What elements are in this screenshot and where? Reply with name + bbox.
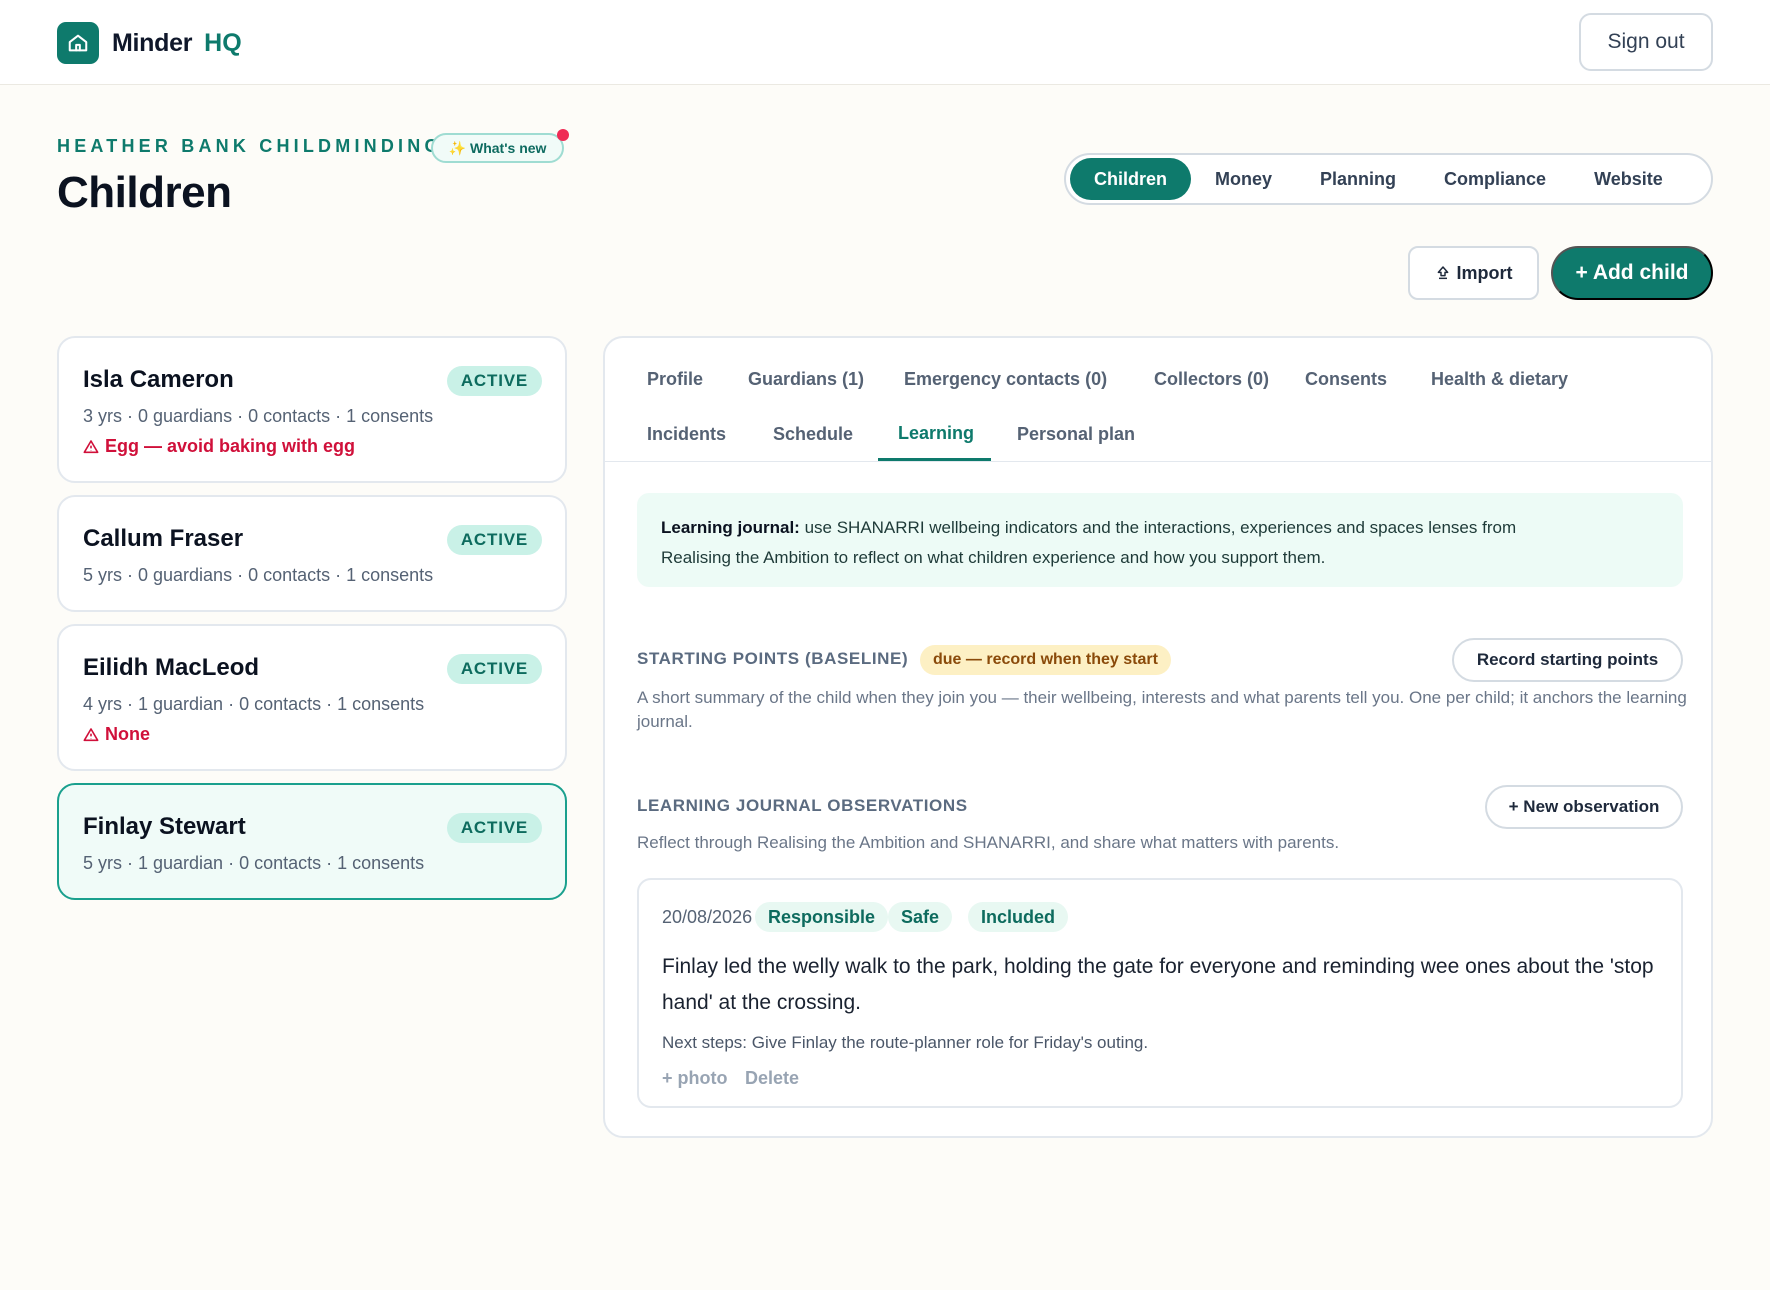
tab-collectors[interactable]: Collectors (0) — [1154, 369, 1269, 390]
tab-health-dietary[interactable]: Health & dietary — [1431, 369, 1568, 390]
tag-included: Included — [968, 902, 1069, 932]
child-name: Callum Fraser — [83, 525, 244, 552]
record-starting-points-button[interactable]: Record starting points — [1452, 638, 1683, 682]
tag-responsible: Responsible — [755, 902, 889, 932]
child-meta: 5 yrs · 1 guardian · 0 contacts · 1 cons… — [83, 853, 425, 873]
nav-website[interactable]: Website — [1570, 158, 1687, 200]
brand-suffix: HQ — [204, 28, 242, 57]
observation-next-steps: Next steps: Give Finlay the route-planne… — [662, 1033, 1149, 1052]
nav-children[interactable]: Children — [1070, 158, 1192, 200]
warning-triangle-icon — [83, 439, 99, 453]
child-name: Eilidh MacLeod — [83, 654, 260, 681]
tabs-divider — [605, 461, 1711, 462]
baseline-title: STARTING POINTS (BASELINE) — [637, 649, 909, 668]
import-button[interactable]: Import — [1408, 246, 1539, 300]
baseline-due-badge: due — record when they start — [920, 645, 1171, 675]
page-title: Children — [57, 168, 232, 217]
observations-title: LEARNING JOURNAL OBSERVATIONS — [637, 796, 968, 815]
notification-dot — [557, 129, 569, 141]
allergy-text: None — [105, 724, 150, 744]
brand[interactable]: Minder HQ — [57, 22, 242, 64]
child-name: Finlay Stewart — [83, 813, 246, 840]
warning-triangle-icon — [83, 727, 99, 741]
nav-money[interactable]: Money — [1191, 158, 1296, 200]
child-name: Isla Cameron — [83, 366, 234, 393]
delete-observation-link[interactable]: Delete — [745, 1068, 799, 1089]
add-child-button[interactable]: + Add child — [1551, 246, 1713, 300]
tab-schedule[interactable]: Schedule — [773, 424, 853, 445]
whats-new-label: What's new — [469, 140, 547, 156]
info-line-1: use SHANARRI wellbeing indicators and th… — [799, 518, 1517, 537]
observation-date: 20/08/2026 — [662, 907, 753, 927]
tab-profile[interactable]: Profile — [647, 369, 703, 390]
child-meta: 4 yrs · 1 guardian · 0 contacts · 1 cons… — [83, 694, 425, 714]
observation-text: Finlay led the welly walk to the park, h… — [662, 955, 1654, 1014]
status-badge: ACTIVE — [446, 366, 542, 396]
child-card-finlay[interactable]: Finlay Stewart ACTIVE 5 yrs · 1 guardian… — [57, 783, 567, 900]
new-observation-button[interactable]: + New observation — [1485, 785, 1683, 829]
allergy-text: Egg — avoid baking with egg — [105, 436, 356, 456]
tag-safe: Safe — [888, 902, 953, 932]
top-bar: Minder HQ Sign out — [0, 0, 1770, 85]
baseline-description: A short summary of the child when they j… — [637, 688, 1687, 731]
tab-personal-plan[interactable]: Personal plan — [1017, 424, 1135, 445]
observation-card: 20/08/2026 Responsible Safe Included Fin… — [637, 878, 1683, 1108]
child-card-eilidh[interactable]: Eilidh MacLeod ACTIVE 4 yrs · 1 guardian… — [57, 624, 567, 771]
tab-learning[interactable]: Learning — [898, 423, 974, 444]
upload-icon — [1437, 266, 1448, 280]
learning-journal-info: Learning journal: use SHANARRI wellbeing… — [637, 493, 1683, 587]
brand-name: Minder — [112, 28, 193, 57]
house-icon — [57, 22, 99, 64]
observations-description: Reflect through Realising the Ambition a… — [637, 833, 1340, 852]
add-photo-link[interactable]: + photo — [662, 1068, 728, 1089]
tab-consents[interactable]: Consents — [1305, 369, 1387, 390]
nav-compliance[interactable]: Compliance — [1420, 158, 1570, 200]
allergy-alert: None — [83, 724, 150, 745]
child-card-isla[interactable]: Isla Cameron ACTIVE 3 yrs · 0 guardians … — [57, 336, 567, 483]
child-card-callum[interactable]: Callum Fraser ACTIVE 5 yrs · 0 guardians… — [57, 495, 567, 612]
child-meta: 5 yrs · 0 guardians · 0 contacts · 1 con… — [83, 565, 434, 585]
business-name: HEATHER BANK CHILDMINDING — [57, 136, 443, 156]
allergy-alert: Egg — avoid baking with egg — [83, 436, 355, 457]
status-badge: ACTIVE — [446, 813, 542, 843]
tab-incidents[interactable]: Incidents — [647, 424, 726, 445]
child-detail-panel: Profile Guardians (1) Emergency contacts… — [603, 336, 1713, 1138]
info-line-2: Realising the Ambition to reflect on wha… — [661, 548, 1326, 567]
info-label: Learning journal: — [661, 518, 800, 537]
tab-guardians[interactable]: Guardians (1) — [748, 369, 864, 390]
status-badge: ACTIVE — [446, 525, 542, 555]
whats-new-button[interactable]: ✨ What's new — [431, 133, 564, 163]
section-nav: Children Money Planning Compliance Websi… — [1064, 153, 1713, 205]
child-meta: 3 yrs · 0 guardians · 0 contacts · 1 con… — [83, 406, 434, 426]
tab-emergency-contacts[interactable]: Emergency contacts (0) — [904, 369, 1107, 390]
sparkles-icon: ✨ — [448, 139, 466, 156]
import-label: Import — [1456, 262, 1513, 283]
sign-out-button[interactable]: Sign out — [1579, 13, 1713, 71]
nav-planning[interactable]: Planning — [1296, 158, 1420, 200]
status-badge: ACTIVE — [446, 654, 542, 684]
